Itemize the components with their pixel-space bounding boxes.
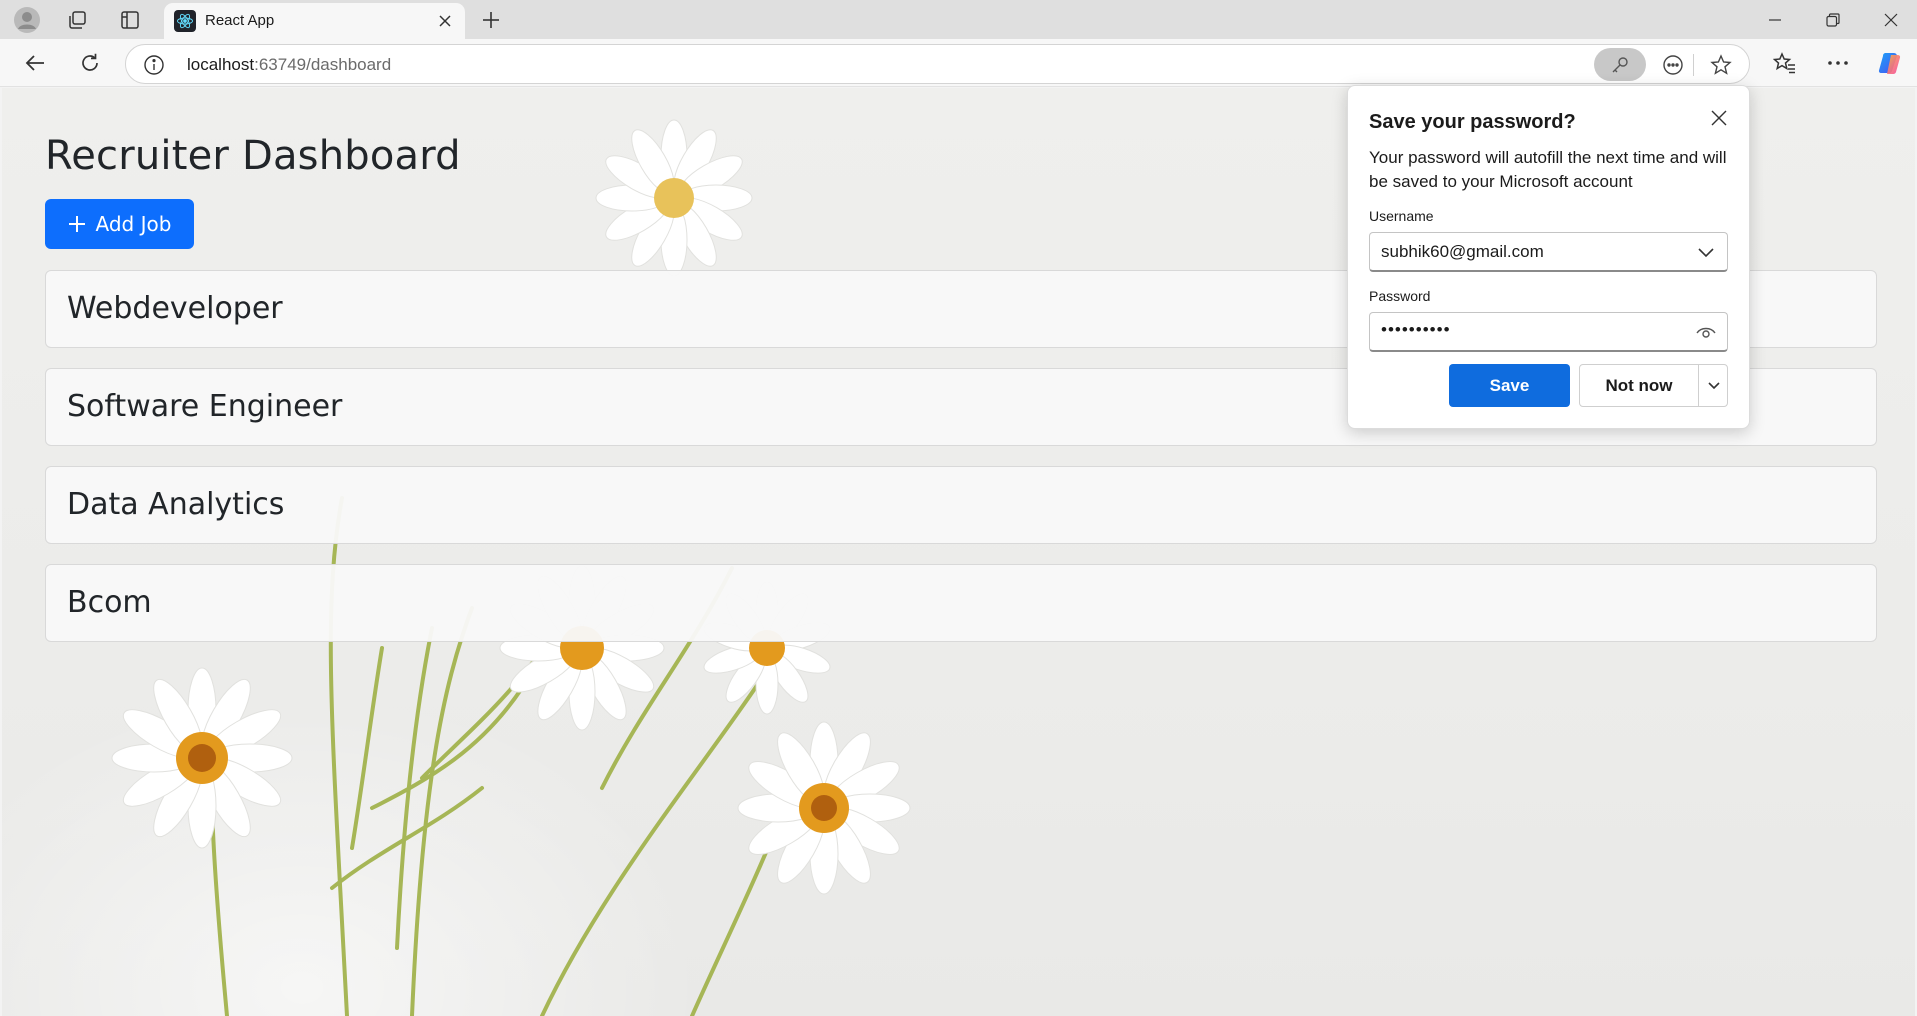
password-key-icon[interactable] bbox=[1594, 48, 1646, 81]
new-tab-icon[interactable] bbox=[474, 5, 508, 35]
minimize-icon[interactable] bbox=[1745, 0, 1805, 39]
job-card-data-analytics[interactable]: Data Analytics bbox=[45, 466, 1877, 544]
tab-strip: React App bbox=[0, 0, 1917, 39]
save-button[interactable]: Save bbox=[1449, 364, 1570, 407]
address-bar[interactable]: localhost:63749/dashboard bbox=[125, 44, 1750, 84]
job-title: Webdeveloper bbox=[67, 291, 283, 326]
username-field[interactable]: subhik60@gmail.com bbox=[1369, 232, 1728, 272]
active-tab[interactable]: React App bbox=[164, 3, 465, 39]
popup-description: Your password will autofill the next tim… bbox=[1369, 148, 1727, 191]
close-tab-icon[interactable] bbox=[432, 8, 458, 34]
username-value: subhik60@gmail.com bbox=[1381, 242, 1544, 261]
add-job-button[interactable]: Add Job bbox=[45, 199, 194, 249]
browser-toolbar: localhost:63749/dashboard bbox=[0, 39, 1917, 87]
tab-actions-icon[interactable] bbox=[112, 6, 148, 34]
job-title: Bcom bbox=[67, 585, 152, 620]
omnibox-divider bbox=[1693, 54, 1694, 76]
password-value: •••••••••• bbox=[1381, 320, 1451, 339]
url-text[interactable]: localhost:63749/dashboard bbox=[187, 55, 391, 75]
password-label: Password bbox=[1369, 288, 1431, 304]
page-title: Recruiter Dashboard bbox=[45, 133, 461, 179]
close-icon[interactable] bbox=[1705, 104, 1733, 132]
add-job-label: Add Job bbox=[95, 212, 172, 236]
url-host: localhost bbox=[187, 55, 255, 74]
refresh-icon[interactable] bbox=[72, 46, 108, 80]
save-password-popup: Save your password? Your password will a… bbox=[1347, 85, 1750, 429]
favorite-star-icon[interactable] bbox=[1707, 51, 1735, 79]
back-icon[interactable] bbox=[17, 46, 53, 80]
password-field[interactable]: •••••••••• bbox=[1369, 312, 1728, 352]
chevron-down-icon[interactable] bbox=[1695, 242, 1717, 264]
job-title: Software Engineer bbox=[67, 389, 343, 424]
url-path: :63749/dashboard bbox=[254, 55, 392, 74]
not-now-button[interactable]: Not now bbox=[1580, 365, 1698, 406]
react-logo-icon bbox=[174, 10, 196, 32]
job-card-bcom[interactable]: Bcom bbox=[45, 564, 1877, 642]
restore-icon[interactable] bbox=[1803, 0, 1863, 39]
tab-title: React App bbox=[205, 12, 275, 29]
favorites-icon[interactable] bbox=[1767, 46, 1803, 80]
close-window-icon[interactable] bbox=[1861, 0, 1917, 39]
browser-essentials-icon[interactable] bbox=[1659, 51, 1687, 79]
site-info-icon[interactable] bbox=[143, 54, 165, 76]
popup-title: Save your password? bbox=[1369, 111, 1576, 133]
profile-icon[interactable] bbox=[9, 6, 45, 34]
more-options-icon[interactable] bbox=[1820, 46, 1856, 80]
job-title: Data Analytics bbox=[67, 487, 285, 522]
copilot-icon[interactable] bbox=[1873, 46, 1909, 80]
chevron-down-icon[interactable] bbox=[1699, 365, 1728, 406]
username-label: Username bbox=[1369, 208, 1434, 224]
not-now-button-group: Not now bbox=[1579, 364, 1728, 407]
plus-icon bbox=[68, 216, 85, 232]
workspaces-icon[interactable] bbox=[59, 6, 95, 34]
eye-icon[interactable] bbox=[1695, 322, 1717, 344]
